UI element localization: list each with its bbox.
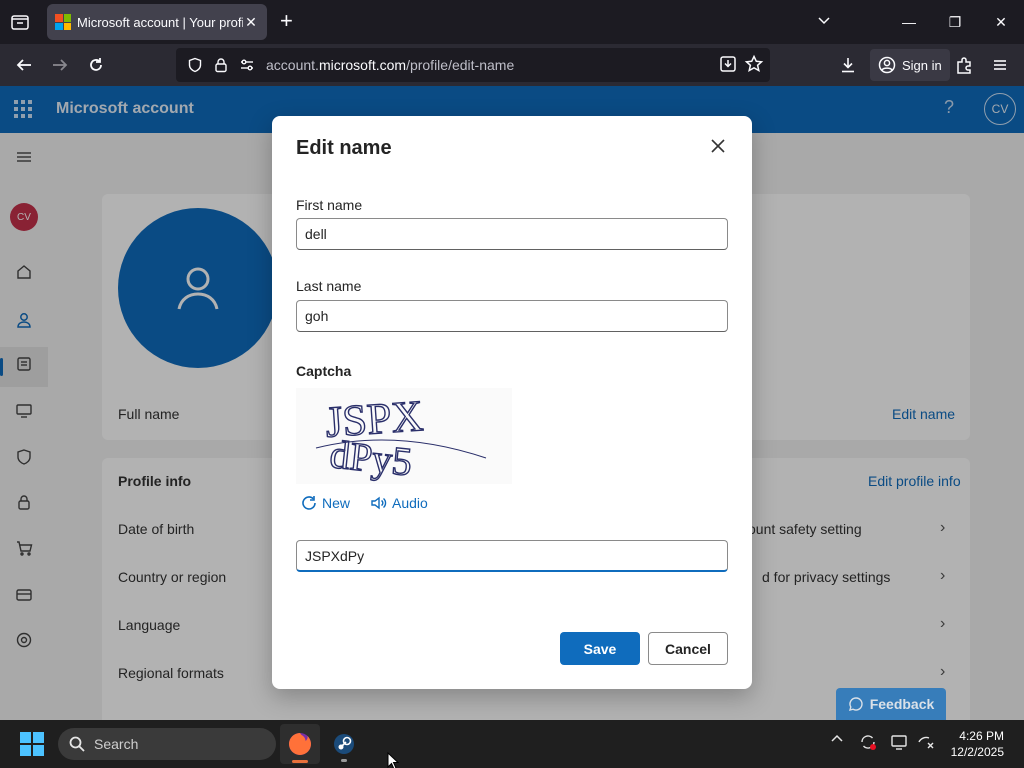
restore-icon[interactable]: ❐	[932, 0, 978, 44]
sign-in-button[interactable]: Sign in	[870, 49, 950, 81]
firefox-taskbar-icon[interactable]	[280, 724, 320, 764]
new-label: New	[322, 495, 351, 511]
taskbar: Search 4:26 PM 12/2/2025	[0, 720, 1024, 768]
save-button[interactable]: Save	[560, 632, 640, 665]
permissions-icon[interactable]	[234, 57, 260, 73]
captcha-text-line2: dPy5	[328, 431, 415, 484]
shield-icon[interactable]	[182, 57, 208, 73]
refresh-icon	[302, 496, 316, 510]
windows-start-icon[interactable]	[20, 732, 44, 756]
captcha-new-button[interactable]: New	[300, 494, 350, 512]
chevron-up-icon[interactable]	[830, 732, 844, 751]
extensions-icon[interactable]	[952, 53, 976, 77]
feedback-button[interactable]: Feedback	[836, 688, 946, 720]
browser-tab-active[interactable]: Microsoft account | Your profile ✕	[47, 4, 267, 40]
tab-title: Microsoft account | Your profile	[77, 14, 243, 30]
last-name-label: Last name	[296, 278, 362, 294]
sign-in-label: Sign in	[902, 57, 942, 73]
tab-close-icon[interactable]: ✕	[243, 14, 259, 31]
back-arrow-icon[interactable]	[12, 53, 36, 77]
first-name-label: First name	[296, 197, 363, 213]
browser-tab-bar: Microsoft account | Your profile ✕ + — ❐…	[0, 0, 1024, 44]
address-bar[interactable]: account.microsoft.com/profile/edit-name	[176, 48, 770, 82]
minimize-icon[interactable]: —	[886, 0, 932, 44]
steam-taskbar-icon[interactable]	[324, 724, 364, 764]
feedback-label: Feedback	[869, 696, 935, 712]
open-app-indicator	[341, 759, 347, 762]
clock-date: 12/2/2025	[950, 745, 1004, 759]
url-text: account.microsoft.com/profile/edit-name	[266, 57, 515, 73]
network-muted-icon[interactable]	[916, 732, 936, 757]
lock-icon[interactable]	[208, 57, 234, 73]
last-name-input[interactable]	[296, 300, 728, 332]
display-icon[interactable]	[890, 732, 910, 757]
active-app-indicator	[292, 760, 308, 763]
mouse-cursor-icon	[387, 751, 400, 768]
captcha-input[interactable]	[296, 540, 728, 572]
captcha-label: Captcha	[296, 363, 352, 379]
clock-time: 4:26 PM	[959, 729, 1004, 743]
first-name-input[interactable]	[296, 218, 728, 250]
dialog-title: Edit name	[296, 137, 392, 159]
captcha-image: JSPX dPy5	[296, 388, 512, 485]
hamburger-menu-icon[interactable]	[988, 53, 1012, 77]
window-close-icon[interactable]: ✕	[978, 0, 1024, 44]
chevron-down-icon[interactable]	[816, 12, 832, 33]
list-all-tabs-icon[interactable]	[8, 10, 32, 34]
browser-nav-bar: account.microsoft.com/profile/edit-name …	[0, 44, 1024, 86]
taskbar-search[interactable]: Search	[58, 728, 276, 760]
bookmark-star-icon[interactable]	[744, 54, 764, 79]
system-clock[interactable]: 4:26 PM 12/2/2025	[944, 728, 1004, 760]
close-icon[interactable]	[710, 138, 730, 158]
reload-icon[interactable]	[84, 53, 108, 77]
edit-name-dialog: Edit name First name Last name Captcha J…	[272, 116, 752, 689]
microsoft-logo-icon	[55, 14, 71, 30]
cancel-button[interactable]: Cancel	[648, 632, 728, 665]
captcha-audio-button[interactable]: Audio	[370, 494, 428, 512]
save-to-pocket-icon[interactable]	[718, 54, 738, 79]
speaker-icon	[371, 496, 387, 510]
sync-icon[interactable]	[858, 732, 878, 757]
forward-arrow-icon[interactable]	[48, 53, 72, 77]
chat-icon	[848, 697, 863, 711]
search-icon	[69, 736, 85, 752]
downloads-icon[interactable]	[836, 53, 860, 77]
search-placeholder: Search	[94, 736, 139, 752]
new-tab-icon[interactable]: +	[280, 10, 293, 32]
account-icon	[878, 56, 896, 74]
audio-label: Audio	[392, 495, 428, 511]
